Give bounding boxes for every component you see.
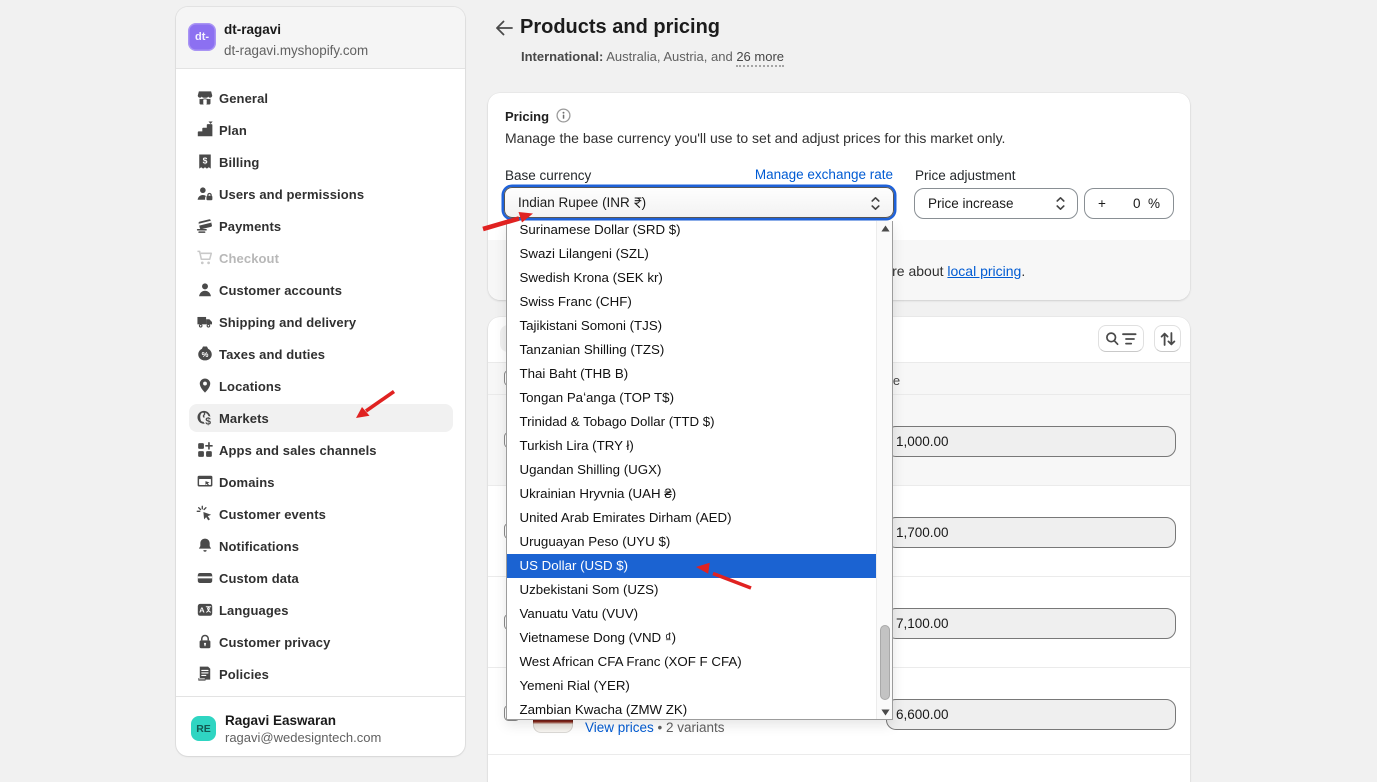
svg-text:%: %	[202, 350, 209, 359]
svg-text:$: $	[203, 155, 208, 165]
svg-text:A: A	[199, 606, 205, 615]
svg-text:$: $	[205, 416, 211, 427]
